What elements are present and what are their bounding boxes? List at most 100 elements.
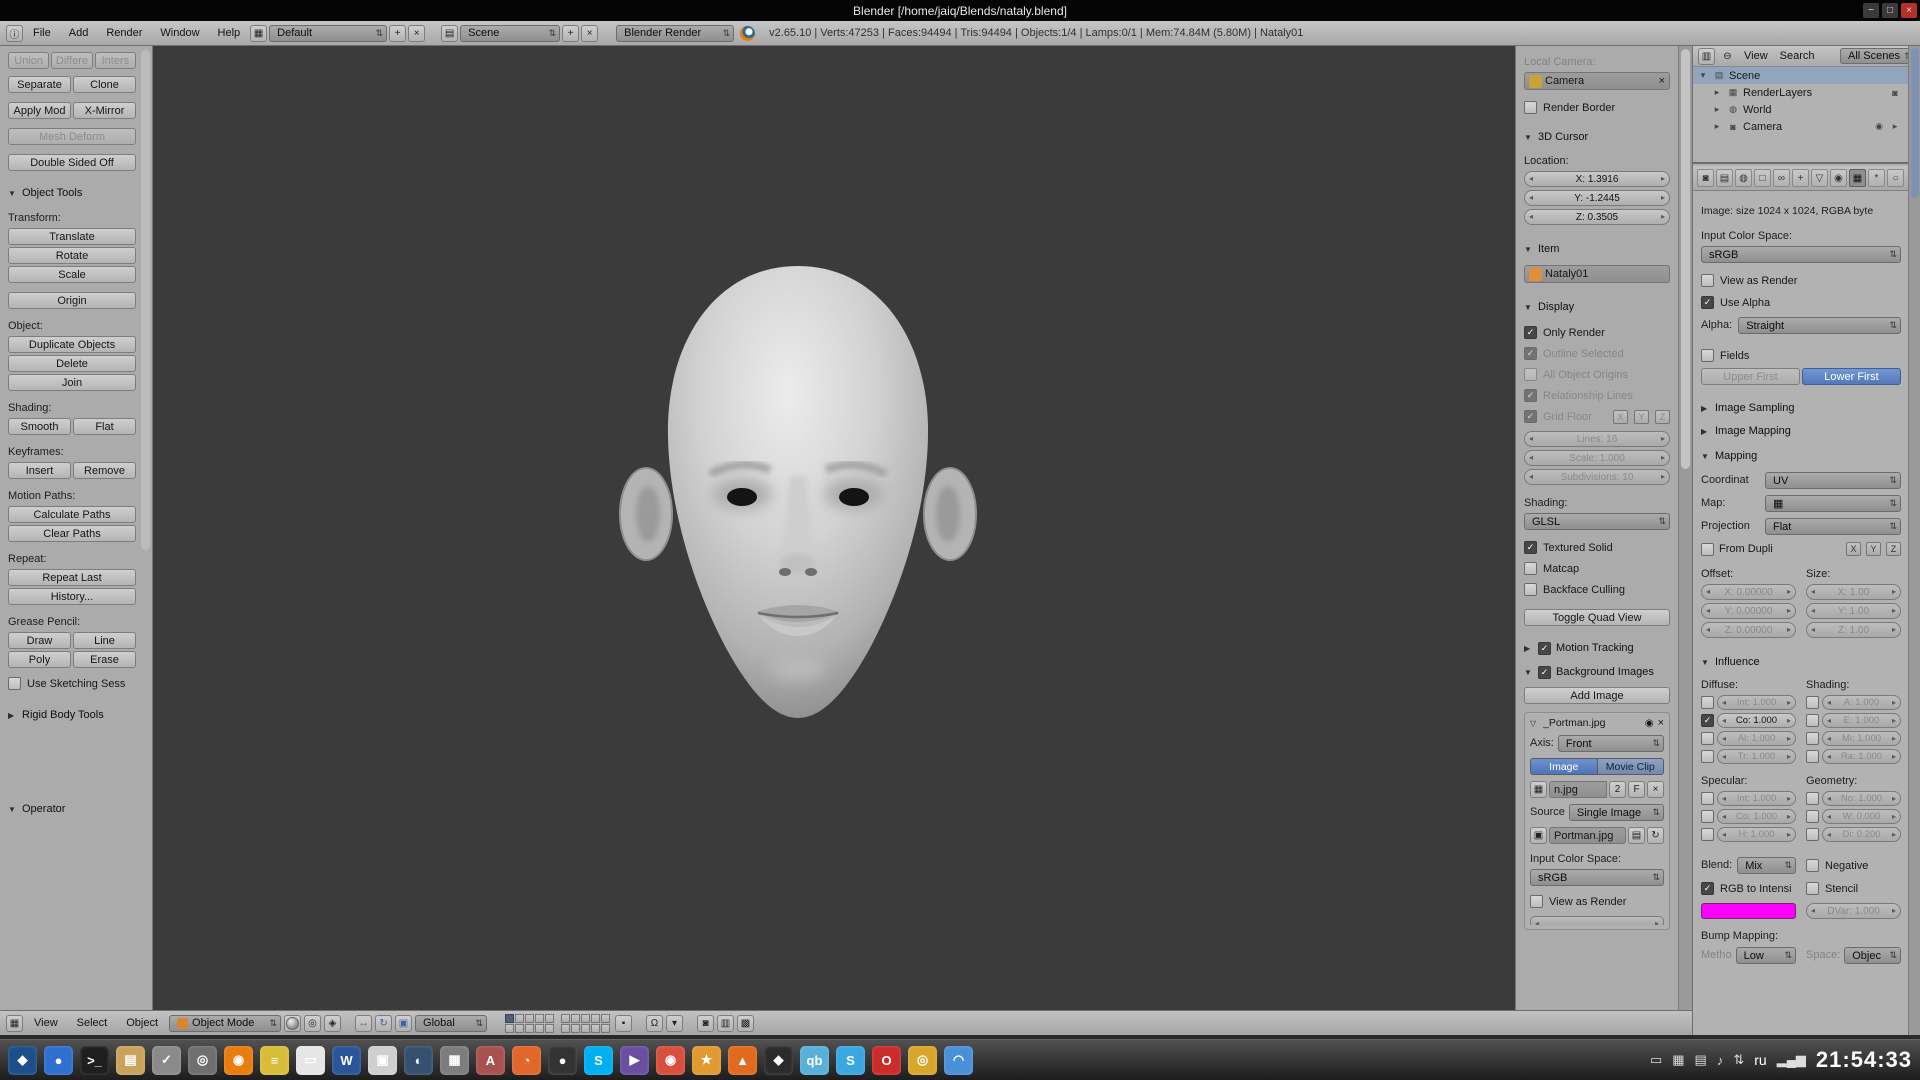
grease-poly-button[interactable]: Poly (8, 651, 71, 668)
layer-toggle[interactable] (515, 1024, 524, 1033)
outliner-row-camera[interactable]: ▸ ◙ Camera ◉ ▸ ◙ (1693, 118, 1920, 135)
add-image-button[interactable]: Add Image (1524, 687, 1670, 704)
scale-button[interactable]: Scale (8, 266, 136, 283)
layer-toggle[interactable] (535, 1014, 544, 1023)
raymirror-checkbox[interactable] (1806, 750, 1819, 763)
document-viewer-icon[interactable]: ▣ (368, 1046, 397, 1075)
pdf-viewer-icon[interactable]: ★ (692, 1046, 721, 1075)
y-mapping-dropdown[interactable]: Y (1866, 542, 1881, 556)
colorspace-dropdown[interactable]: sRGB (1530, 869, 1664, 886)
bg-image-header[interactable]: ▽ _Portman.jpg ◉ × (1530, 717, 1664, 729)
qbittorrent-icon[interactable]: qb (800, 1046, 829, 1075)
ambient-checkbox[interactable] (1806, 696, 1819, 709)
layer-toggle[interactable] (505, 1024, 514, 1033)
material-tab[interactable]: ◉ (1830, 169, 1847, 187)
relationship-lines-checkbox[interactable] (1524, 389, 1537, 402)
manipulator-translate-toggle[interactable]: ↔ (355, 1015, 372, 1032)
sculpted-head-model[interactable] (618, 256, 978, 748)
layer-toggle[interactable] (515, 1014, 524, 1023)
tray-grid-icon[interactable]: ▦ (1672, 1052, 1684, 1068)
grease-draw-button[interactable]: Draw (8, 632, 71, 649)
remove-keyframe-button[interactable]: Remove (73, 462, 136, 479)
reload-image-icon[interactable]: ↻ (1647, 827, 1664, 844)
viewport-extra-icon[interactable]: ▩ (737, 1015, 754, 1032)
outliner-row-renderlayers[interactable]: ▸ ▦ RenderLayers ◙ | (1693, 84, 1920, 101)
grid-scale-slider[interactable]: Scale: 1.000 (1524, 450, 1670, 466)
outliner-row-scene[interactable]: ▾ ▤ Scene (1693, 67, 1920, 84)
bg-source-movieclip-option[interactable]: Movie Clip (1598, 758, 1665, 775)
chromium-icon[interactable]: ◉ (656, 1046, 685, 1075)
warp-checkbox[interactable] (1806, 810, 1819, 823)
view-as-render-checkbox[interactable] (1530, 895, 1543, 908)
dark-utility-icon[interactable]: ● (548, 1046, 577, 1075)
displace-checkbox[interactable] (1806, 828, 1819, 841)
firefox-icon[interactable]: ◔ (512, 1046, 541, 1075)
double-sided-button[interactable]: Double Sided Off (8, 154, 136, 171)
menu-help[interactable]: Help (210, 23, 249, 43)
stencil-checkbox[interactable] (1806, 882, 1819, 895)
image-name-field[interactable]: n.jpg (1549, 781, 1607, 798)
translucency-checkbox[interactable] (1701, 750, 1714, 763)
properties-scroll-thumb[interactable] (1911, 48, 1919, 198)
motion-tracking-checkbox[interactable] (1538, 642, 1551, 655)
delete-button[interactable]: Delete (8, 355, 136, 372)
clock[interactable]: 21:54:33 (1816, 1047, 1912, 1073)
snap-element-dropdown[interactable]: ▾ (666, 1015, 683, 1032)
from-dupli-checkbox[interactable] (1701, 543, 1714, 556)
operator-panel-header[interactable]: ▼ Operator (8, 801, 65, 817)
all-object-origins-checkbox[interactable] (1524, 368, 1537, 381)
warp-slider[interactable]: W: 0.000 (1822, 809, 1901, 824)
object-name-field[interactable]: Nataly01 (1524, 265, 1670, 283)
minimize-button[interactable]: − (1863, 3, 1879, 18)
layer-toggle[interactable] (581, 1024, 590, 1033)
expand-icon[interactable]: ▾ (1697, 70, 1709, 81)
colorspace-dropdown[interactable]: sRGB (1701, 246, 1901, 263)
emit-checkbox[interactable] (1806, 714, 1819, 727)
difference-button[interactable]: Differe (51, 52, 92, 69)
layer-toggle[interactable] (601, 1024, 610, 1033)
join-button[interactable]: Join (8, 374, 136, 391)
intensity-slider[interactable]: Int: 1.000 (1717, 695, 1796, 710)
offset-y-slider[interactable]: Y: 0.00000 (1701, 603, 1796, 619)
web-browser-icon[interactable]: ● (44, 1046, 73, 1075)
outliner-filter-dropdown[interactable]: All Scenes (1840, 48, 1916, 64)
network-icon[interactable]: ⇅ (1733, 1052, 1744, 1068)
layer-toggle[interactable] (505, 1014, 514, 1023)
x-mirror-button[interactable]: X-Mirror (73, 102, 136, 119)
mesh-deform-button[interactable]: Mesh Deform (8, 128, 136, 145)
opera-icon[interactable]: O (872, 1046, 901, 1075)
apply-modifier-button[interactable]: Apply Mod (8, 102, 71, 119)
object-data-tab[interactable]: ▽ (1811, 169, 1828, 187)
blender-app-icon[interactable]: ◉ (224, 1046, 253, 1075)
grease-erase-button[interactable]: Erase (73, 651, 136, 668)
shade-smooth-button[interactable]: Smooth (8, 418, 71, 435)
duplicate-objects-button[interactable]: Duplicate Objects (8, 336, 136, 353)
upper-first-button[interactable]: Upper First (1701, 368, 1800, 385)
info-editor-icon[interactable]: ⓘ (6, 25, 23, 42)
image-preview-icon[interactable]: ▣ (1530, 827, 1547, 844)
viewport-editor-type-icon[interactable]: ▦ (6, 1015, 23, 1032)
insert-keyframe-button[interactable]: Insert (8, 462, 71, 479)
unlink-image-icon[interactable]: × (1647, 781, 1664, 798)
manipulator-scale-toggle[interactable]: ▣ (395, 1015, 412, 1032)
spec-intensity-slider[interactable]: Int: 1.000 (1717, 791, 1796, 806)
screen-layout-dropdown[interactable]: Default (269, 25, 387, 42)
terminal-icon[interactable]: >_ (80, 1046, 109, 1075)
hardness-slider[interactable]: H: 1.000 (1717, 827, 1796, 842)
backface-culling-checkbox[interactable] (1524, 583, 1537, 596)
clear-paths-button[interactable]: Clear Paths (8, 525, 136, 542)
influence-panel-header[interactable]: ▼ Influence (1701, 654, 1901, 670)
keyboard-layout-indicator[interactable]: ru (1754, 1052, 1766, 1068)
offset-z-slider[interactable]: Z: 0.00000 (1701, 622, 1796, 638)
settings-icon[interactable]: ◎ (188, 1046, 217, 1075)
viewport-object-menu[interactable]: Object (118, 1013, 166, 1033)
start-menu-icon[interactable]: ◆ (8, 1046, 37, 1075)
only-render-checkbox[interactable] (1524, 326, 1537, 339)
outliner-row-world[interactable]: ▸ ◍ World (1693, 101, 1920, 118)
show-desktop-icon[interactable]: ▭ (1650, 1052, 1662, 1068)
intersect-button[interactable]: Inters (95, 52, 136, 69)
users-count-button[interactable]: 2 (1609, 781, 1626, 798)
use-sketching-checkbox[interactable] (8, 677, 21, 690)
x-mapping-dropdown[interactable]: X (1846, 542, 1861, 556)
rigid-body-panel-header[interactable]: ▶ Rigid Body Tools (8, 707, 136, 723)
